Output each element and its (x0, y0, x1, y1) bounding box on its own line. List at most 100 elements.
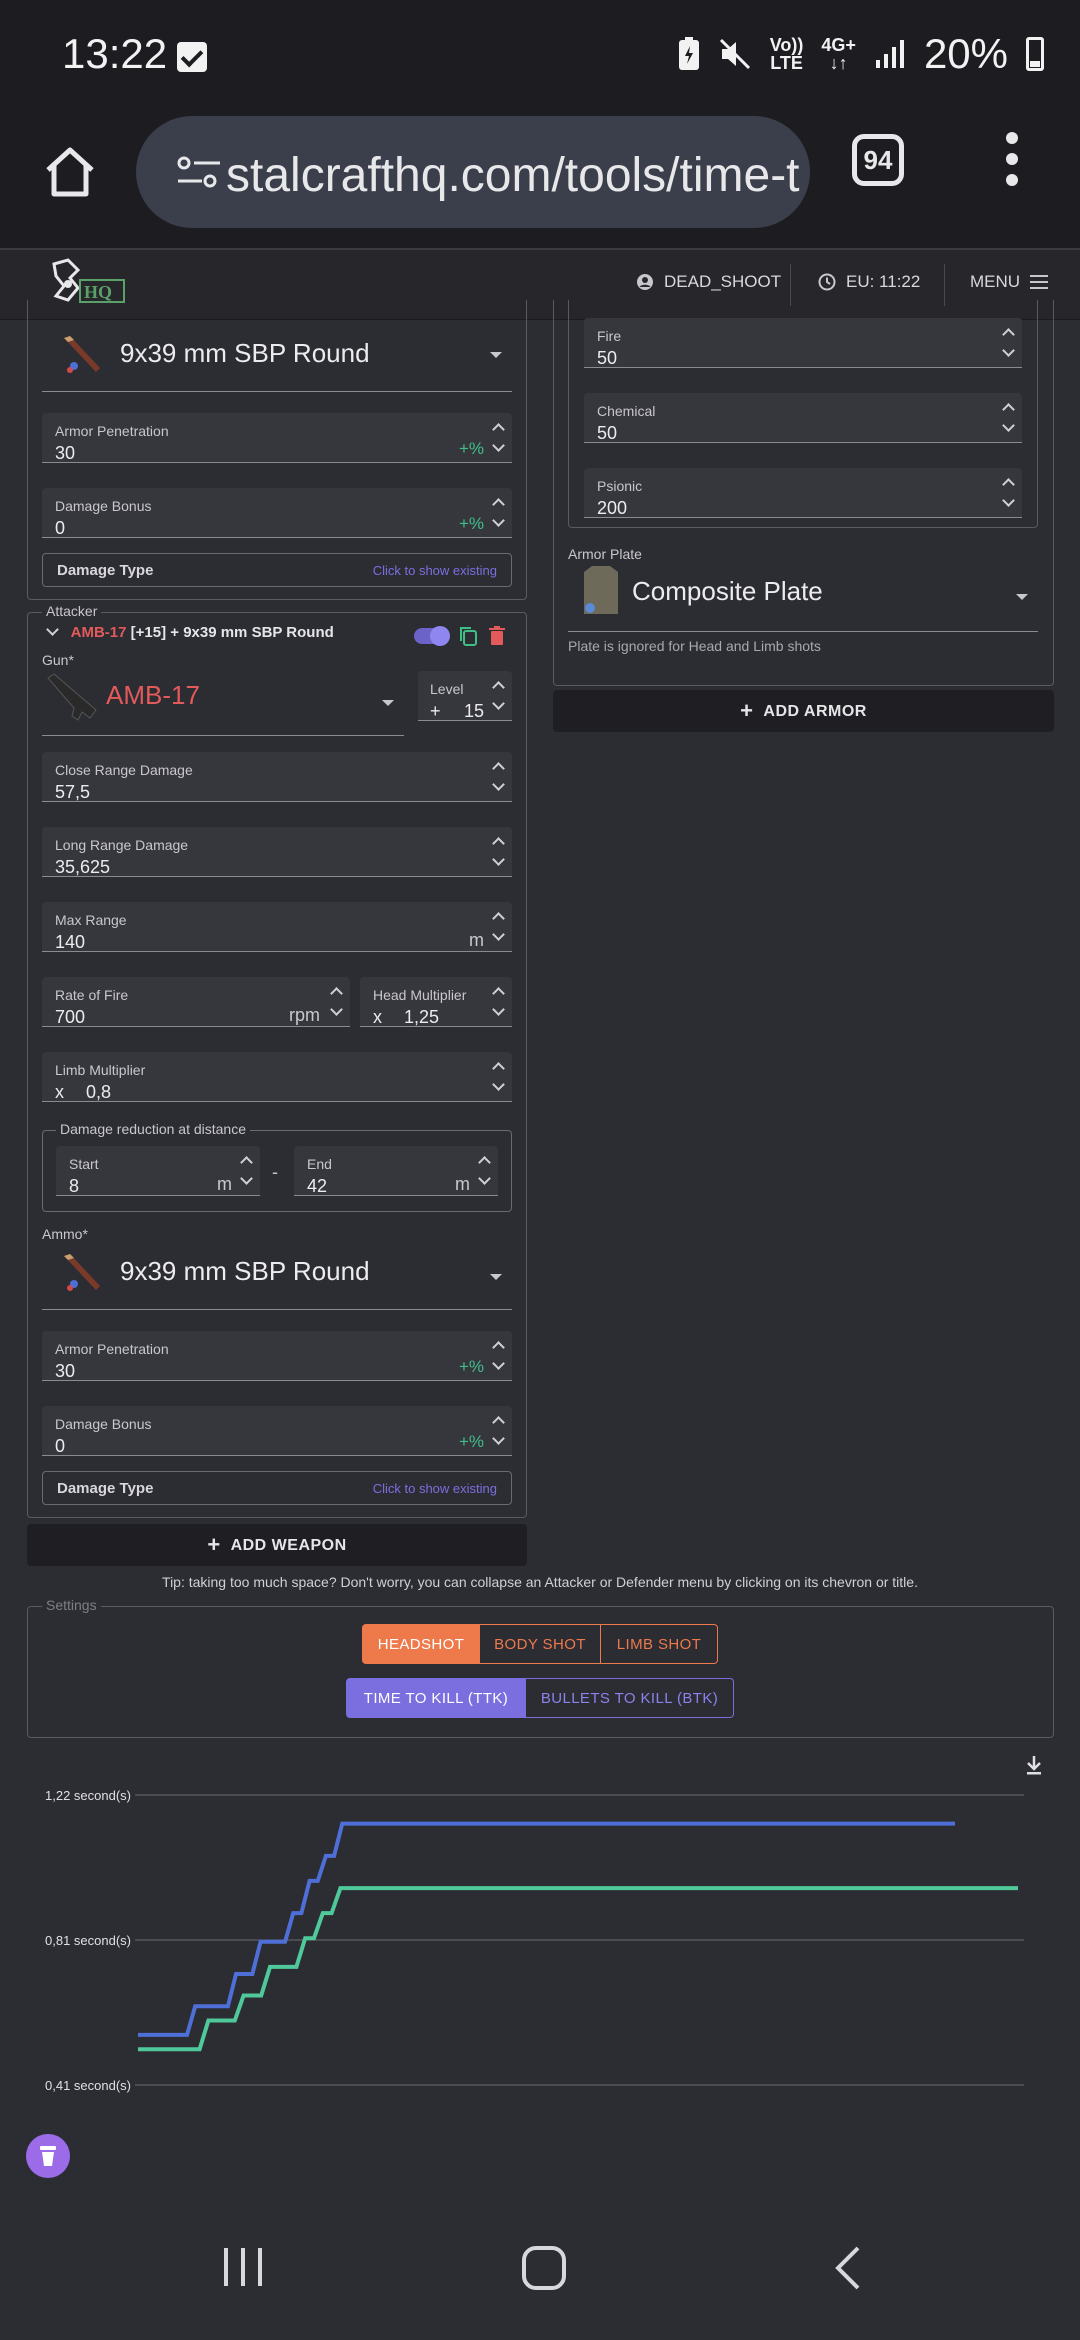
field-value[interactable]: 0 (55, 518, 65, 539)
copy-icon[interactable] (458, 625, 478, 647)
field-value[interactable]: 8 (69, 1176, 79, 1197)
attacker-enable-toggle[interactable] (414, 626, 450, 646)
attacker-title[interactable]: AMB-17 [+15] + 9x39 mm SBP Round (44, 623, 344, 646)
btk-toggle[interactable]: BULLETS TO KILL (BTK) (526, 1678, 734, 1718)
field-value[interactable]: 35,625 (55, 857, 110, 878)
clock-icon (818, 273, 836, 291)
ttk-toggle[interactable]: TIME TO KILL (TTK) (346, 1678, 526, 1718)
defender-damage-bonus-field[interactable]: Damage Bonus 0 +% (42, 488, 512, 538)
add-weapon-label: ADD WEAPON (230, 1537, 347, 1554)
field-value[interactable]: 140 (55, 932, 85, 953)
long-range-damage-field[interactable]: Long Range Damage 35,625 (42, 827, 512, 877)
menu-button[interactable]: MENU (970, 272, 1049, 292)
field-label: End (307, 1156, 332, 1172)
field-value[interactable]: 30 (55, 443, 75, 464)
attacker-ammo-select[interactable]: 9x39 mm SBP Round (42, 1240, 512, 1310)
field-value[interactable]: 15 (464, 701, 484, 722)
field-value[interactable]: 42 (307, 1176, 327, 1197)
attacker-damage-bonus-field[interactable]: Damage Bonus 0 +% (42, 1406, 512, 1456)
stepper-icon[interactable] (1002, 476, 1016, 510)
stepper-icon[interactable] (240, 1154, 254, 1188)
field-label: Armor Penetration (55, 423, 169, 439)
close-range-damage-field[interactable]: Close Range Damage 57,5 (42, 752, 512, 802)
headshot-toggle[interactable]: HEADSHOT (362, 1624, 480, 1664)
stepper-icon[interactable] (492, 496, 506, 530)
head-multiplier-field[interactable]: Head Multiplier x 1,25 (360, 977, 512, 1027)
multiplier-prefix: x (373, 1007, 382, 1027)
level-prefix: + (430, 701, 441, 721)
checkbox-notification-icon (177, 42, 207, 72)
gun-level-field[interactable]: Level + 15 (418, 671, 512, 721)
floating-action-button[interactable] (26, 2134, 70, 2178)
plus-icon: + (740, 698, 754, 723)
rate-of-fire-field[interactable]: Rate of Fire 700 rpm (42, 977, 350, 1027)
home-nav-icon[interactable] (520, 2244, 568, 2292)
stepper-icon[interactable] (492, 910, 506, 944)
network-activity: ↓↑ (829, 53, 848, 73)
home-icon[interactable] (40, 142, 100, 202)
settings-legend: Settings (42, 1597, 101, 1613)
defender-armor-penetration-field[interactable]: Armor Penetration 30 +% (42, 413, 512, 463)
max-range-field[interactable]: Max Range 140 m (42, 902, 512, 952)
gun-name: AMB-17 (106, 680, 200, 710)
back-icon[interactable] (828, 2244, 868, 2292)
field-value[interactable]: 0,8 (86, 1082, 111, 1103)
psionic-resistance-field[interactable]: Psionic 200 (584, 468, 1022, 518)
limb-multiplier-field[interactable]: Limb Multiplier x 0,8 (42, 1052, 512, 1102)
address-bar[interactable]: stalcrafthq.com/tools/time-t (136, 116, 810, 228)
damage-type-hint[interactable]: Click to show existing (373, 563, 497, 578)
attacker-level-title: [+15] (130, 624, 167, 641)
defender-ammo-select[interactable]: 9x39 mm SBP Round (42, 322, 512, 392)
stepper-icon[interactable] (492, 1414, 506, 1448)
stepper-icon[interactable] (1002, 326, 1016, 360)
field-value[interactable]: 50 (597, 348, 617, 369)
stepper-icon[interactable] (492, 835, 506, 869)
armor-plate-select[interactable]: Composite Plate (568, 560, 1038, 632)
damage-type-hint[interactable]: Click to show existing (373, 1481, 497, 1496)
defender-damage-type[interactable]: Damage Type Click to show existing (42, 553, 512, 587)
recent-apps-icon[interactable] (220, 2244, 266, 2290)
add-weapon-button[interactable]: + ADD WEAPON (27, 1524, 527, 1566)
site-settings-icon[interactable] (176, 154, 222, 190)
attacker-damage-type[interactable]: Damage Type Click to show existing (42, 1471, 512, 1505)
collapse-chevron-icon[interactable] (46, 623, 59, 636)
gun-select[interactable]: AMB-17 (42, 664, 404, 736)
dropdown-caret-icon (382, 700, 394, 706)
volte-bottom: LTE (770, 53, 803, 73)
stepper-icon[interactable] (1002, 401, 1016, 435)
add-armor-button[interactable]: + ADD ARMOR (553, 690, 1054, 732)
percent-suffix: +% (458, 1432, 484, 1451)
delete-icon[interactable] (488, 625, 506, 647)
stepper-icon[interactable] (492, 679, 506, 713)
field-value[interactable]: 200 (597, 498, 627, 519)
unit-label: m (217, 1174, 232, 1194)
field-label: Fire (597, 328, 622, 344)
stepper-icon[interactable] (492, 1060, 506, 1094)
stepper-icon[interactable] (330, 985, 344, 1019)
plus-icon: + (207, 1532, 221, 1557)
field-value[interactable]: 30 (55, 1361, 75, 1382)
reduction-start-field[interactable]: Start 8 m (56, 1146, 260, 1196)
stepper-icon[interactable] (492, 1339, 506, 1373)
stepper-icon[interactable] (492, 760, 506, 794)
bodyshot-toggle[interactable]: BODY SHOT (480, 1624, 601, 1664)
user-menu[interactable]: DEAD_SHOOT (636, 272, 781, 292)
stepper-icon[interactable] (492, 985, 506, 1019)
url-text[interactable]: stalcrafthq.com/tools/time-t (226, 148, 800, 203)
chemical-resistance-field[interactable]: Chemical 50 (584, 393, 1022, 443)
fire-resistance-field[interactable]: Fire 50 (584, 318, 1022, 368)
field-value[interactable]: 700 (55, 1007, 85, 1028)
tab-switcher-button[interactable]: 94 (852, 134, 904, 186)
field-value[interactable]: 1,25 (404, 1007, 439, 1028)
stepper-icon[interactable] (478, 1154, 492, 1188)
server-time-text: EU: 11:22 (846, 272, 921, 291)
field-value[interactable]: 57,5 (55, 782, 90, 803)
field-label: Level (430, 681, 464, 697)
attacker-armor-penetration-field[interactable]: Armor Penetration 30 +% (42, 1331, 512, 1381)
limbshot-toggle[interactable]: LIMB SHOT (601, 1624, 718, 1664)
field-value[interactable]: 0 (55, 1436, 65, 1457)
field-value[interactable]: 50 (597, 423, 617, 444)
browser-menu-icon[interactable] (1006, 132, 1020, 192)
reduction-end-field[interactable]: End 42 m (294, 1146, 498, 1196)
stepper-icon[interactable] (492, 421, 506, 455)
